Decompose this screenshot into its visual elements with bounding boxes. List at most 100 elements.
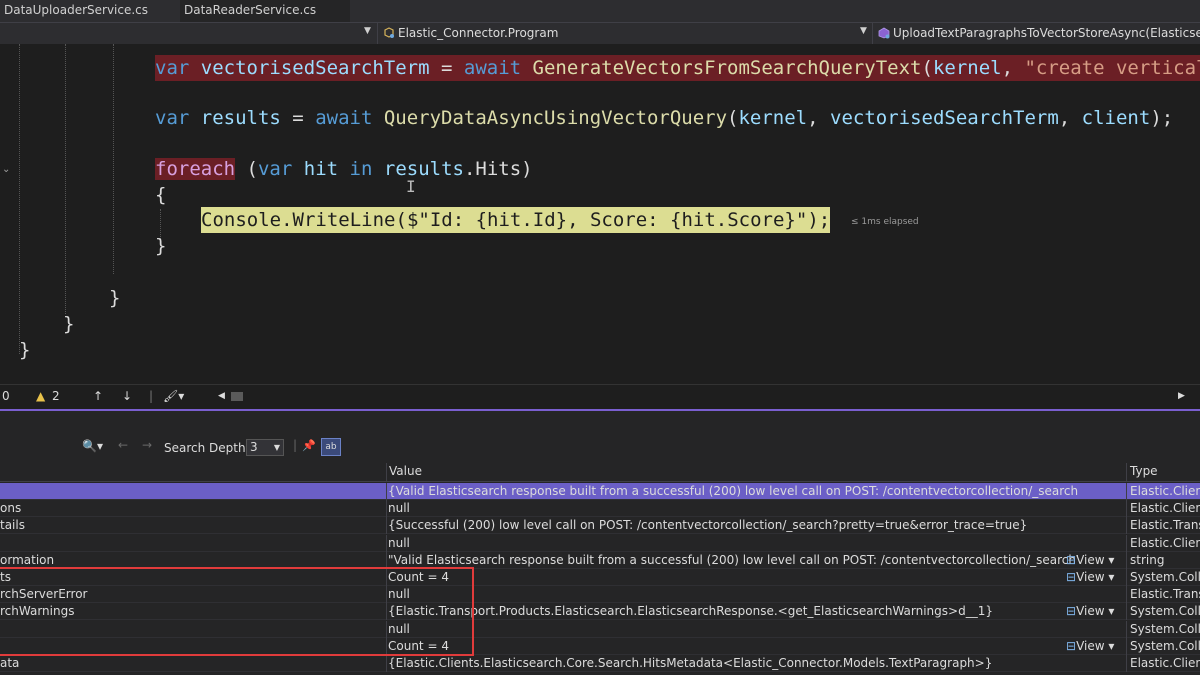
column-divider — [386, 637, 387, 655]
keyword: var — [155, 107, 190, 129]
tab-datauploaderservice[interactable]: DataUploaderService.cs — [0, 0, 172, 22]
previous-issue-arrow-icon[interactable]: ↑ — [93, 389, 103, 403]
indent-guide — [113, 44, 114, 274]
method-member-dropdown[interactable]: UploadTextParagraphsToVectorStoreAsync(E… — [878, 26, 1200, 40]
scroll-right-arrow-icon[interactable]: ▶ — [1178, 391, 1185, 401]
class-dropdown-arrow-icon[interactable]: ▼ — [860, 26, 867, 36]
separator: | — [293, 438, 298, 452]
search-forward-arrow-icon[interactable]: → — [142, 438, 152, 452]
locals-row[interactable]: ata {Elastic.Clients.Elasticsearch.Core.S… — [0, 655, 1200, 672]
editor-status-bar: 0 ▲ 2 ↑ ↓ | 🖌▾ ◀ ▶ — [0, 384, 1200, 409]
locals-row[interactable]: ons null Elastic.Clients — [0, 500, 1200, 518]
collapse-chevron-icon[interactable]: ⌄ — [2, 164, 10, 175]
punctuation: , — [807, 107, 830, 129]
search-depth-value: 3 — [250, 440, 258, 454]
operator: = — [280, 107, 316, 129]
visualizer-view-button[interactable]: ⊟View ▾ — [1066, 552, 1114, 569]
chevron-down-icon: ▾ — [1104, 604, 1115, 619]
punctuation: . — [281, 209, 293, 231]
separator: | — [149, 389, 154, 403]
column-divider — [1126, 620, 1127, 638]
error-count[interactable]: 0 — [2, 389, 10, 403]
code-brace: { — [155, 184, 167, 206]
column-divider — [386, 517, 387, 535]
method-name: GenerateVectorsFromSearchQueryText — [532, 57, 922, 79]
row-name: rchWarnings — [0, 604, 75, 619]
horizontal-scrollbar-thumb[interactable] — [231, 392, 243, 401]
row-value: "Valid Elasticsearch response built from… — [388, 552, 1078, 567]
locals-row[interactable]: rchWarnings {Elastic.Transport.Products.E… — [0, 603, 1200, 621]
method-member-label: UploadTextParagraphsToVectorStoreAsync(E… — [893, 26, 1200, 40]
class-member-dropdown[interactable]: Elastic_Connector.Program — [383, 26, 558, 40]
row-type: string — [1130, 552, 1165, 567]
column-divider — [1126, 483, 1127, 500]
search-back-arrow-icon[interactable]: ← — [118, 438, 128, 452]
nav-separator — [377, 23, 378, 44]
pin-icon[interactable]: 📌 — [302, 439, 316, 452]
class-member-label: Elastic_Connector.Program — [398, 26, 559, 40]
visualizer-view-button[interactable]: ⊟View ▾ — [1066, 569, 1114, 586]
punctuation: ); — [807, 209, 831, 231]
keyword: var — [155, 57, 190, 79]
identifier: client — [1081, 107, 1151, 129]
row-value: Count = 4 — [388, 638, 449, 653]
row-name: rchServerError — [0, 587, 88, 602]
locals-row[interactable]: null System.Collec — [0, 620, 1200, 638]
next-issue-arrow-icon[interactable]: ↓ — [122, 389, 132, 403]
locals-row[interactable]: tails {Successful (200) low level call on… — [0, 517, 1200, 535]
row-type: Elastic.Transp — [1130, 587, 1200, 602]
row-type: Elastic.Clients — [1130, 484, 1200, 498]
row-value: {Elastic.Clients.Elasticsearch.Core.Sear… — [388, 656, 993, 670]
column-divider — [386, 500, 387, 518]
view-label: View — [1076, 552, 1105, 567]
locals-row[interactable]: ts Count = 4 ⊟View ▾ System.Collec — [0, 569, 1200, 586]
row-type: System.Collec — [1130, 638, 1200, 653]
column-header-value[interactable]: Value — [386, 463, 422, 481]
visualizer-view-button[interactable]: ⊟View ▾ — [1066, 638, 1114, 655]
locals-row[interactable]: Count = 4 ⊟View ▾ System.Collec — [0, 637, 1200, 655]
indent-guide — [65, 44, 66, 314]
locals-row[interactable]: {Valid Elasticsearch response built from… — [0, 483, 1200, 500]
warning-count[interactable]: 2 — [52, 389, 60, 403]
keyword: await — [463, 57, 522, 79]
column-divider — [386, 586, 387, 604]
code-cleanup-brush-icon[interactable]: 🖌▾ — [163, 389, 184, 403]
locals-grid-header: Value Type — [0, 463, 1200, 482]
locals-row[interactable]: ormation "Valid Elasticsearch response bu… — [0, 551, 1200, 569]
chevron-down-icon: ▾ — [1104, 552, 1115, 567]
warning-icon: ▲ — [36, 389, 46, 403]
code-brace: } — [155, 235, 167, 257]
column-divider — [1126, 500, 1127, 518]
column-divider — [386, 655, 387, 672]
identifier: kernel — [932, 57, 1002, 79]
code-editor[interactable]: ⌄ var vectorisedSearchTerm = await Gener… — [0, 44, 1200, 384]
row-name: ons — [0, 501, 22, 516]
class-icon — [384, 27, 394, 38]
locals-row[interactable]: rchServerError null Elastic.Transp — [0, 586, 1200, 604]
keyword: in — [349, 158, 373, 180]
row-name: tails — [0, 518, 25, 533]
locals-row[interactable]: null Elastic.Clients — [0, 534, 1200, 552]
row-value: {Successful (200) low level call on POST… — [388, 518, 1028, 533]
row-type: Elastic.Clients — [1130, 501, 1200, 516]
tab-datareaderservice[interactable]: DataReaderService.cs — [180, 0, 350, 22]
row-name: ata — [0, 656, 20, 670]
chevron-down-icon: ▾ — [1104, 570, 1115, 584]
visualizer-view-button[interactable]: ⊟View ▾ — [1066, 603, 1114, 620]
column-divider — [1126, 551, 1127, 569]
search-icon[interactable]: 🔍▾ — [82, 439, 103, 453]
search-depth-select[interactable]: 3 ▼ — [246, 439, 284, 456]
row-name: ts — [0, 570, 11, 584]
code-brace: } — [63, 313, 75, 335]
hex-display-toggle-icon[interactable]: ab — [321, 438, 341, 456]
column-header-type[interactable]: Type — [1126, 463, 1158, 481]
project-dropdown-arrow-icon[interactable]: ▼ — [364, 26, 371, 36]
chevron-down-icon: ▾ — [1104, 638, 1115, 653]
column-divider — [386, 483, 387, 500]
document-tab-bar: DataUploaderService.cs DataReaderService… — [0, 0, 1200, 22]
scroll-left-arrow-icon[interactable]: ◀ — [218, 391, 225, 401]
identifier: results — [200, 107, 281, 129]
row-type: Elastic.Clients — [1130, 656, 1200, 670]
identifier: results — [383, 158, 464, 180]
column-divider — [1126, 655, 1127, 672]
